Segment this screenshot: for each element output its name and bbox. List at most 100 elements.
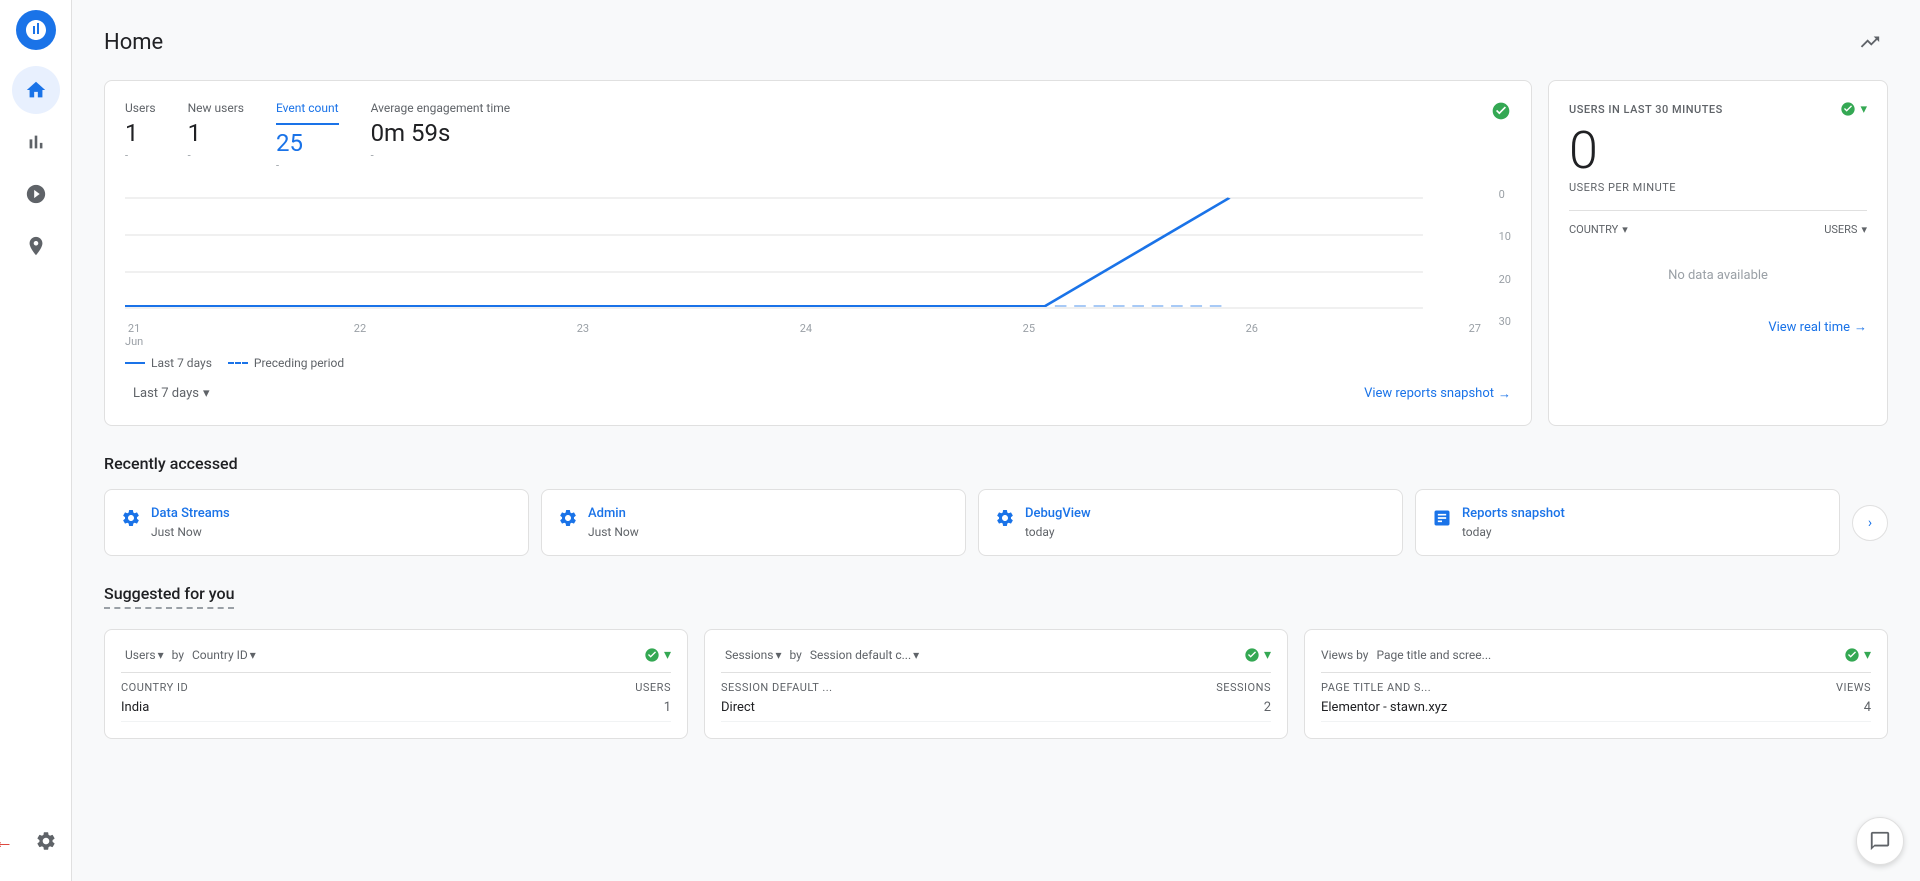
metric-users-label: Users [125, 101, 156, 115]
view-reports-snapshot-link[interactable]: View reports snapshot → [1364, 386, 1511, 402]
metric-event-count-label: Event count [276, 101, 339, 125]
realtime-status[interactable]: ▾ [1840, 101, 1867, 117]
no-data-message: No data available [1569, 248, 1867, 303]
main-content: Home Users 1 - New users 1 - [72, 0, 1920, 881]
metrics-row: Users 1 - New users 1 - Event count 25 -… [125, 101, 1511, 172]
suggested-card-title-3: Views by Page title and scree... [1321, 646, 1495, 664]
admin-gear-icon [558, 508, 578, 528]
card3-status[interactable]: ▾ [1844, 647, 1871, 663]
bar-chart-box-icon [1432, 508, 1452, 528]
session-default-filter-chip[interactable]: Session default c... ▾ [806, 646, 923, 664]
settings-with-arrow: ← [2, 817, 70, 865]
advertising-icon [25, 235, 47, 257]
chart-container: 30 20 10 0 21Jun 22 23 24 25 26 27 [125, 188, 1511, 348]
country-id-filter-label: Country ID [192, 648, 248, 662]
data-streams-icon [121, 508, 141, 533]
users-filter-label: Users [125, 648, 156, 662]
users-chevron-icon: ▾ [1861, 223, 1867, 236]
page-title-filter-label: Page title and scree... [1376, 648, 1491, 662]
debugview-gear-icon [995, 508, 1015, 528]
sidebar-item-settings[interactable] [22, 817, 70, 865]
card1-users-india: 1 [664, 700, 671, 715]
suggested-card-views: Views by Page title and scree... ▾ PAGE … [1304, 629, 1888, 739]
view-real-time-link[interactable]: View real time → [1768, 319, 1867, 335]
x-label-21: 21Jun [125, 322, 143, 348]
suggested-card-header-2: Sessions ▾ by Session default c... ▾ [721, 646, 1271, 664]
check-circle-icon [1491, 101, 1511, 121]
recent-card-debugview[interactable]: DebugView today [978, 489, 1403, 556]
card1-status[interactable]: ▾ [644, 647, 671, 663]
reports-snapshot-name: Reports snapshot [1462, 506, 1565, 521]
recent-card-debugview-inner: DebugView today [995, 506, 1386, 539]
session-default-filter-label: Session default c... [810, 648, 911, 662]
card3-views-elementor: 4 [1864, 700, 1871, 715]
realtime-header: USERS IN LAST 30 MINUTES ▾ [1569, 101, 1867, 117]
chart-svg [125, 188, 1481, 328]
realtime-footer: View real time → [1569, 319, 1867, 335]
recent-card-inner: Data Streams Just Now [121, 506, 512, 539]
users-col-header[interactable]: USERS ▾ [1824, 223, 1867, 236]
metric-avg-engagement[interactable]: Average engagement time 0m 59s - [371, 101, 511, 172]
trending-icon [1859, 31, 1881, 53]
card2-chevron: ▾ [1264, 647, 1271, 663]
x-label-22: 22 [354, 322, 366, 348]
card1-row-india: India 1 [121, 694, 671, 722]
metric-event-count-sub: - [276, 159, 339, 172]
sidebar-logo[interactable] [16, 10, 56, 50]
chevron-down-icon: ▾ [203, 386, 210, 401]
recent-card-reports-snapshot[interactable]: Reports snapshot today [1415, 489, 1840, 556]
card3-chevron: ▾ [1864, 647, 1871, 663]
sidebar-item-explore[interactable] [12, 170, 60, 218]
country-id-filter-chip[interactable]: Country ID ▾ [188, 646, 260, 664]
card2-table-header: SESSION DEFAULT ... SESSIONS [721, 672, 1271, 694]
suggested-title: Suggested for you [104, 584, 234, 609]
recently-accessed-next-button[interactable]: › [1852, 505, 1888, 541]
customize-icon[interactable] [1852, 24, 1888, 60]
metric-new-users-sub: - [188, 149, 244, 162]
country-col-header[interactable]: COUNTRY ▾ [1569, 223, 1628, 236]
sessions-filter-chip[interactable]: Sessions ▾ [721, 646, 786, 664]
metric-event-count[interactable]: Event count 25 - [276, 101, 339, 172]
realtime-table-header: COUNTRY ▾ USERS ▾ [1569, 223, 1867, 236]
card1-country-india: India [121, 700, 149, 715]
debugview-time: today [1025, 525, 1091, 539]
metric-new-users-value: 1 [188, 119, 244, 147]
recent-card-admin[interactable]: Admin Just Now [541, 489, 966, 556]
sidebar-item-home[interactable] [12, 66, 60, 114]
legend-last7days-label: Last 7 days [151, 356, 212, 370]
realtime-title: USERS IN LAST 30 MINUTES [1569, 103, 1723, 116]
page-title-filter-chip[interactable]: Page title and scree... [1372, 646, 1495, 664]
recently-accessed-title: Recently accessed [104, 454, 1888, 473]
users-filter-chip[interactable]: Users ▾ [121, 646, 168, 664]
arrow-right-icon: → [1498, 386, 1511, 402]
card2-status[interactable]: ▾ [1244, 647, 1271, 663]
users-col-label: USERS [1824, 223, 1857, 236]
admin-time: Just Now [588, 525, 639, 539]
card3-col1-header: PAGE TITLE AND S... [1321, 681, 1431, 694]
card2-row-direct: Direct 2 [721, 694, 1271, 722]
card2-check-icon [1244, 647, 1260, 663]
admin-name: Admin [588, 506, 639, 521]
metric-avg-engagement-sub: - [371, 149, 511, 162]
card1-col2-header: USERS [635, 681, 671, 694]
debugview-name: DebugView [1025, 506, 1091, 521]
sessions-filter-label: Sessions [725, 648, 773, 662]
metric-avg-engagement-value: 0m 59s [371, 119, 511, 147]
card1-chevron: ▾ [664, 647, 671, 663]
sidebar-item-advertising[interactable] [12, 222, 60, 270]
legend-preceding: Preceding period [228, 356, 344, 370]
overview-card-footer: Last 7 days ▾ View reports snapshot → [125, 382, 1511, 405]
metric-new-users[interactable]: New users 1 - [188, 101, 244, 172]
sidebar-item-reports[interactable] [12, 118, 60, 166]
metric-users[interactable]: Users 1 - [125, 101, 156, 172]
recent-card-data-streams[interactable]: Data Streams Just Now [104, 489, 529, 556]
y-label-0: 0 [1499, 188, 1511, 201]
chat-button[interactable] [1856, 817, 1904, 865]
date-range-button[interactable]: Last 7 days ▾ [125, 382, 218, 405]
card1-table-header: COUNTRY ID USERS [121, 672, 671, 694]
debugview-icon [995, 508, 1015, 533]
overview-status [1491, 101, 1511, 172]
page-title: Home [104, 30, 163, 55]
legend-dashed-line [228, 362, 248, 364]
x-label-25: 25 [1023, 322, 1035, 348]
